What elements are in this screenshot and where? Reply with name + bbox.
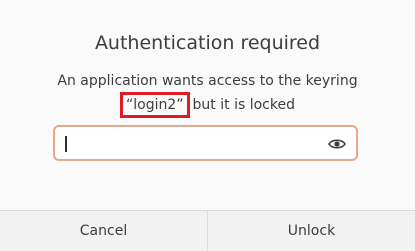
eye-icon[interactable] (328, 136, 346, 152)
button-row: Cancel Unlock (0, 211, 415, 251)
unlock-button[interactable]: Unlock (208, 211, 415, 251)
cancel-button[interactable]: Cancel (0, 211, 207, 251)
dialog-message-line1: An application wants access to the keyri… (57, 73, 358, 89)
keyring-name-highlight: “login2” (120, 92, 190, 118)
dialog-title: Authentication required (94, 32, 321, 54)
locked-text: but it is locked (192, 97, 295, 113)
password-field[interactable] (53, 125, 358, 161)
text-caret (65, 136, 67, 152)
dialog-message-line2: “login2” but it is locked (0, 92, 415, 118)
auth-dialog: Authentication required An application w… (0, 0, 415, 251)
